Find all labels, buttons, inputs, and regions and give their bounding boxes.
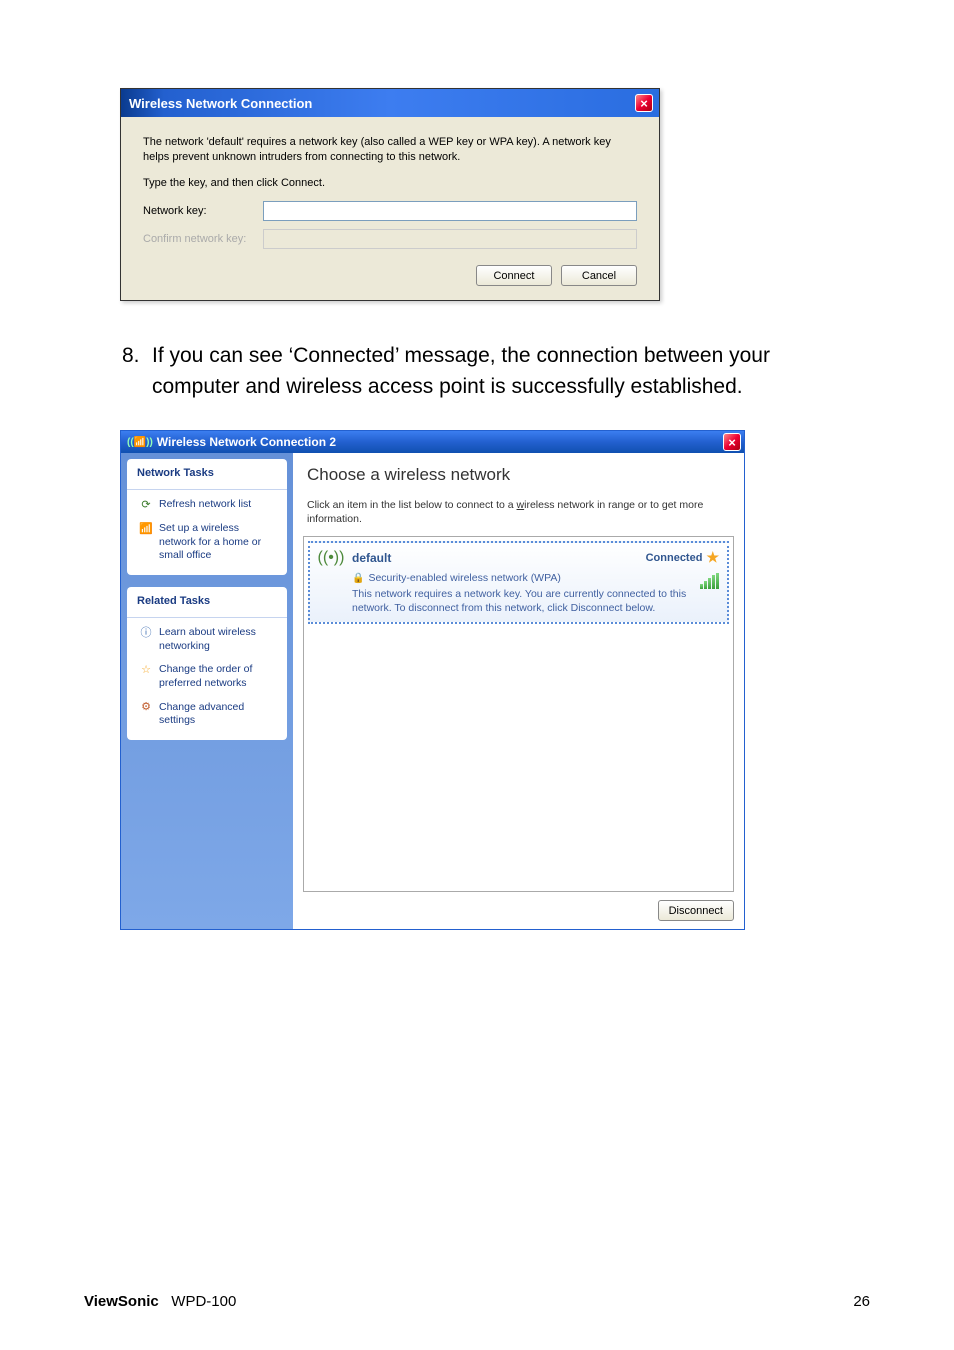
- refresh-icon: ⟳: [139, 498, 153, 512]
- step-text: If you can see ‘Connected’ message, the …: [152, 341, 844, 402]
- dialog-body: The network 'default' requires a network…: [121, 117, 659, 300]
- connect-button[interactable]: Connect: [476, 265, 552, 286]
- cancel-button[interactable]: Cancel: [561, 265, 637, 286]
- titlebar[interactable]: Wireless Network Connection ×: [121, 89, 659, 117]
- main-subtext: Click an item in the list below to conne…: [293, 493, 744, 536]
- network-list[interactable]: ((•)) default Connected ★ 🔒 Security-ena…: [303, 536, 734, 892]
- network-ssid: default: [352, 551, 391, 565]
- titlebar[interactable]: ((📶)) Wireless Network Connection 2 ×: [121, 431, 744, 453]
- prompt-text: Type the key, and then click Connect.: [143, 176, 637, 191]
- wireless-connection-window: ((📶)) Wireless Network Connection 2 × Ne…: [120, 430, 745, 930]
- confirm-key-input: [263, 229, 637, 249]
- dialog-title: Wireless Network Connection: [129, 96, 312, 111]
- connection-status: Connected ★: [646, 549, 719, 566]
- main-area: Choose a wireless network Click an item …: [293, 453, 744, 929]
- star-icon: ☆: [139, 663, 153, 677]
- network-item-selected[interactable]: ((•)) default Connected ★ 🔒 Security-ena…: [308, 541, 729, 623]
- main-heading: Choose a wireless network: [293, 453, 744, 493]
- lock-icon: 🔒: [352, 573, 364, 584]
- signal-bars-icon: [700, 573, 719, 589]
- change-order-link[interactable]: ☆ Change the order of preferred networks: [127, 655, 287, 692]
- panel-heading: Network Tasks: [127, 459, 287, 490]
- instruction-step: 8. If you can see ‘Connected’ message, t…: [110, 341, 844, 402]
- confirm-key-label: Confirm network key:: [143, 233, 263, 245]
- page-footer: ViewSonic WPD-100 26: [84, 1293, 870, 1310]
- page-number: 26: [853, 1293, 870, 1310]
- setup-icon: 📶: [139, 522, 153, 536]
- learn-link[interactable]: ⓘ Learn about wireless networking: [127, 618, 287, 655]
- wireless-icon: ((📶)): [127, 437, 153, 448]
- refresh-network-link[interactable]: ⟳ Refresh network list: [127, 490, 287, 514]
- intro-text: The network 'default' requires a network…: [143, 135, 637, 166]
- setup-network-link[interactable]: 📶 Set up a wireless network for a home o…: [127, 514, 287, 565]
- close-icon[interactable]: ×: [635, 94, 653, 112]
- sidebar: Network Tasks ⟳ Refresh network list 📶 S…: [121, 453, 293, 929]
- window-title: Wireless Network Connection 2: [157, 435, 336, 449]
- network-key-dialog: Wireless Network Connection × The networ…: [120, 88, 660, 301]
- favorite-star-icon: ★: [706, 549, 719, 566]
- security-line: 🔒 Security-enabled wireless network (WPA…: [352, 572, 719, 584]
- network-key-label: Network key:: [143, 205, 263, 217]
- footer-brand: ViewSonic WPD-100: [84, 1293, 236, 1310]
- related-tasks-panel: Related Tasks ⓘ Learn about wireless net…: [127, 587, 287, 740]
- network-description: This network requires a network key. You…: [352, 588, 719, 615]
- info-icon: ⓘ: [139, 626, 153, 640]
- signal-icon: ((•)): [316, 549, 346, 567]
- panel-heading: Related Tasks: [127, 587, 287, 618]
- step-number: 8.: [110, 341, 152, 402]
- network-key-input[interactable]: [263, 201, 637, 221]
- gear-icon: ⚙: [139, 701, 153, 715]
- advanced-settings-link[interactable]: ⚙ Change advanced settings: [127, 693, 287, 730]
- network-tasks-panel: Network Tasks ⟳ Refresh network list 📶 S…: [127, 459, 287, 575]
- close-icon[interactable]: ×: [723, 433, 741, 451]
- disconnect-button[interactable]: Disconnect: [658, 900, 734, 921]
